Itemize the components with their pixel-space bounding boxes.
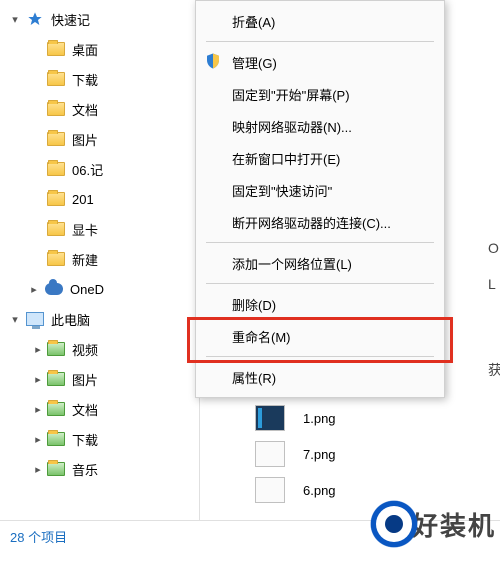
folder-icon bbox=[46, 69, 66, 89]
menu-separator bbox=[206, 242, 434, 243]
file-name: 6.png bbox=[303, 483, 336, 498]
file-item[interactable]: 1.png bbox=[255, 400, 500, 436]
file-thumbnail-icon bbox=[255, 441, 285, 467]
sidebar-item-folder[interactable]: ▸ 新建 bbox=[0, 244, 199, 274]
menu-item-delete[interactable]: 删除(D) bbox=[198, 288, 442, 320]
menu-item-map-drive[interactable]: 映射网络驱动器(N)... bbox=[198, 110, 442, 142]
folder-icon bbox=[46, 39, 66, 59]
chevron-right-icon: ▸ bbox=[30, 433, 46, 446]
menu-separator bbox=[206, 41, 434, 42]
quick-access-label: 快速记 bbox=[51, 10, 90, 29]
recent-files-list: 1.png 7.png 6.png bbox=[255, 400, 500, 508]
folder-icon bbox=[46, 189, 66, 209]
menu-separator bbox=[206, 356, 434, 357]
sidebar-item-label: 06.记 bbox=[72, 160, 103, 179]
menu-item-label: 属性(R) bbox=[232, 368, 276, 387]
menu-item-pin-start[interactable]: 固定到"开始"屏幕(P) bbox=[198, 78, 442, 110]
menu-item-label: 添加一个网络位置(L) bbox=[232, 254, 352, 273]
sidebar-item-label: 视频 bbox=[72, 340, 98, 359]
sidebar-item-folder[interactable]: ▸ 201 bbox=[0, 184, 199, 214]
sidebar-item-label: 下载 bbox=[72, 70, 98, 89]
sidebar-item-pictures[interactable]: ▸ 图片 bbox=[0, 124, 199, 154]
menu-separator bbox=[206, 283, 434, 284]
folder-icon bbox=[46, 159, 66, 179]
menu-item-manage[interactable]: 管理(G) bbox=[198, 46, 442, 78]
sidebar-item-folder[interactable]: ▸ 06.记 bbox=[0, 154, 199, 184]
file-thumbnail-icon bbox=[255, 477, 285, 503]
menu-item-label: 折叠(A) bbox=[232, 12, 275, 31]
sidebar-item-desktop[interactable]: ▸ 桌面 bbox=[0, 34, 199, 64]
folder-icon bbox=[46, 369, 66, 389]
watermark-logo-icon bbox=[366, 496, 422, 552]
menu-item-label: 固定到"快速访问" bbox=[232, 181, 332, 200]
sidebar-item-folder[interactable]: ▸ 显卡 bbox=[0, 214, 199, 244]
folder-icon bbox=[46, 129, 66, 149]
menu-item-disconnect-drive[interactable]: 断开网络驱动器的连接(C)... bbox=[198, 206, 442, 238]
file-name: 1.png bbox=[303, 411, 336, 426]
menu-item-label: 在新窗口中打开(E) bbox=[232, 149, 340, 168]
this-pc-node[interactable]: ▾ 此电脑 bbox=[0, 304, 199, 334]
sidebar-item-label: 图片 bbox=[72, 130, 98, 149]
nav-sidebar: ▾ 快速记 ▸ 桌面 ▸ 下载 ▸ 文档 ▸ 图片 ▸ 06.记 ▸ 201 ▸… bbox=[0, 0, 200, 520]
menu-item-label: 重命名(M) bbox=[232, 327, 291, 346]
sidebar-item-music[interactable]: ▸ 音乐 bbox=[0, 454, 199, 484]
onedrive-node[interactable]: ▸ OneD bbox=[0, 274, 199, 304]
chevron-down-icon: ▾ bbox=[5, 313, 25, 326]
sidebar-item-label: 201 bbox=[72, 192, 94, 207]
chevron-right-icon: ▸ bbox=[30, 403, 46, 416]
menu-item-open-new-window[interactable]: 在新窗口中打开(E) bbox=[198, 142, 442, 174]
folder-icon bbox=[46, 249, 66, 269]
menu-item-collapse[interactable]: 折叠(A) bbox=[198, 5, 442, 37]
sidebar-item-label: 显卡 bbox=[72, 220, 98, 239]
menu-item-pin-quick-access[interactable]: 固定到"快速访问" bbox=[198, 174, 442, 206]
folder-icon bbox=[46, 339, 66, 359]
folder-icon bbox=[46, 429, 66, 449]
menu-item-add-network-location[interactable]: 添加一个网络位置(L) bbox=[198, 247, 442, 279]
this-pc-label: 此电脑 bbox=[51, 310, 90, 329]
context-menu: 折叠(A) 管理(G) 固定到"开始"屏幕(P) 映射网络驱动器(N)... 在… bbox=[195, 0, 445, 398]
file-thumbnail-icon bbox=[255, 405, 285, 431]
folder-icon bbox=[46, 399, 66, 419]
shield-icon bbox=[204, 52, 224, 72]
watermark: 好装机 bbox=[366, 496, 496, 552]
chevron-down-icon: ▾ bbox=[5, 13, 25, 26]
chevron-right-icon: ▸ bbox=[24, 283, 44, 296]
quick-access-node[interactable]: ▾ 快速记 bbox=[0, 4, 199, 34]
menu-item-label: 删除(D) bbox=[232, 295, 276, 314]
sidebar-item-downloads[interactable]: ▸ 下载 bbox=[0, 424, 199, 454]
cloud-icon bbox=[44, 279, 64, 299]
menu-item-label: 断开网络驱动器的连接(C)... bbox=[232, 213, 391, 232]
menu-item-label: 管理(G) bbox=[232, 53, 277, 72]
watermark-text: 好装机 bbox=[412, 506, 496, 543]
sidebar-item-documents[interactable]: ▸ 文档 bbox=[0, 394, 199, 424]
file-name: 7.png bbox=[303, 447, 336, 462]
file-item[interactable]: 7.png bbox=[255, 436, 500, 472]
sidebar-item-label: 音乐 bbox=[72, 460, 98, 479]
sidebar-item-label: 桌面 bbox=[72, 40, 98, 59]
sidebar-item-label: 文档 bbox=[72, 100, 98, 119]
pc-icon bbox=[25, 309, 45, 329]
folder-icon bbox=[46, 219, 66, 239]
sidebar-item-label: 下载 bbox=[72, 430, 98, 449]
item-count: 28 个项目 bbox=[10, 530, 67, 545]
chevron-right-icon: ▸ bbox=[30, 343, 46, 356]
menu-item-rename[interactable]: 重命名(M) bbox=[198, 320, 442, 352]
menu-item-properties[interactable]: 属性(R) bbox=[198, 361, 442, 393]
sidebar-item-label: 图片 bbox=[72, 370, 98, 389]
chevron-right-icon: ▸ bbox=[30, 373, 46, 386]
folder-icon bbox=[46, 99, 66, 119]
sidebar-item-videos[interactable]: ▸ 视频 bbox=[0, 334, 199, 364]
sidebar-item-pictures[interactable]: ▸ 图片 bbox=[0, 364, 199, 394]
onedrive-label: OneD bbox=[70, 282, 104, 297]
folder-icon bbox=[46, 459, 66, 479]
menu-item-label: 固定到"开始"屏幕(P) bbox=[232, 85, 350, 104]
star-icon bbox=[25, 9, 45, 29]
sidebar-item-label: 文档 bbox=[72, 400, 98, 419]
sidebar-item-label: 新建 bbox=[72, 250, 98, 269]
cropped-right-text: O L 获 bbox=[488, 230, 500, 388]
chevron-right-icon: ▸ bbox=[30, 463, 46, 476]
menu-item-label: 映射网络驱动器(N)... bbox=[232, 117, 352, 136]
sidebar-item-documents[interactable]: ▸ 文档 bbox=[0, 94, 199, 124]
sidebar-item-downloads[interactable]: ▸ 下载 bbox=[0, 64, 199, 94]
